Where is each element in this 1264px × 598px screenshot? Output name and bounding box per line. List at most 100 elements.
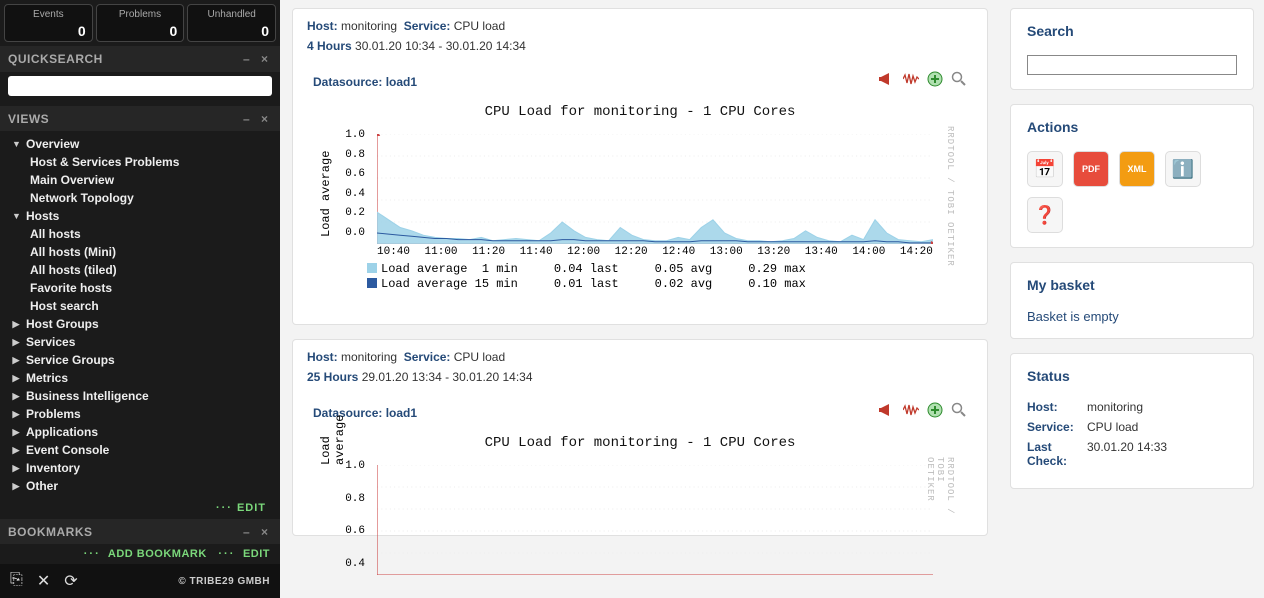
views-item-favorite-hosts[interactable]: Favorite hosts bbox=[12, 279, 276, 297]
views-header: VIEWS – × bbox=[0, 106, 280, 132]
views-item-applications[interactable]: ▶ Applications bbox=[12, 423, 276, 441]
chevron-right-icon: ▶ bbox=[12, 351, 20, 369]
views-item-hosts[interactable]: ▼ Hosts bbox=[12, 207, 276, 225]
chevron-right-icon: ▶ bbox=[12, 423, 20, 441]
sidebar: Events 0 Problems 0 Unhandled 0 QUICKSEA… bbox=[0, 0, 280, 598]
views-collapse[interactable]: – × bbox=[243, 112, 272, 126]
add-bookmark-link[interactable]: ADD BOOKMARK bbox=[108, 548, 207, 560]
graph-card-1: Host: monitoring Service: CPU load 25 Hou… bbox=[292, 339, 988, 536]
graph-card-0: Host: monitoring Service: CPU load 4 Hour… bbox=[292, 8, 988, 325]
waveform-icon[interactable] bbox=[903, 402, 919, 423]
stat-problems[interactable]: Problems 0 bbox=[96, 4, 185, 42]
status-key: Service: bbox=[1027, 420, 1087, 434]
sidebar-footer: ⎘ ✕ ⟳ © TRIBE29 GMBH bbox=[0, 564, 280, 598]
chart: CPU Load for monitoring - 1 CPU Cores Loa… bbox=[307, 104, 973, 314]
views-item-overview[interactable]: ▼Overview bbox=[12, 135, 276, 153]
stat-unhandled[interactable]: Unhandled 0 bbox=[187, 4, 276, 42]
views-tree: ▼OverviewHost & Services ProblemsMain Ov… bbox=[0, 131, 280, 518]
bullhorn-icon[interactable] bbox=[879, 71, 895, 92]
pdf-icon[interactable]: PDF bbox=[1073, 151, 1109, 187]
help-icon[interactable]: ❓ bbox=[1027, 197, 1063, 233]
views-item-host-search[interactable]: Host search bbox=[12, 297, 276, 315]
status-row: Last Check:30.01.20 14:33 bbox=[1027, 440, 1237, 468]
views-item-metrics[interactable]: ▶ Metrics bbox=[12, 369, 276, 387]
add-icon[interactable] bbox=[927, 71, 943, 92]
chart-title: CPU Load for monitoring - 1 CPU Cores bbox=[307, 104, 973, 120]
views-item-inventory[interactable]: ▶Inventory bbox=[12, 459, 276, 477]
chevron-right-icon: ▶ bbox=[12, 315, 20, 333]
datasource-icons bbox=[879, 71, 967, 92]
logout-icon[interactable]: ✕ bbox=[37, 571, 50, 591]
views-item-label: Event Console bbox=[26, 441, 109, 459]
actions-card: Actions 📅PDFXMLℹ️❓ bbox=[1010, 104, 1254, 248]
search-icon[interactable] bbox=[951, 71, 967, 92]
chart: CPU Load for monitoring - 1 CPU CoresLoa… bbox=[307, 435, 973, 525]
basket-empty-text: Basket is empty bbox=[1027, 309, 1237, 324]
waveform-icon[interactable] bbox=[903, 71, 919, 92]
chevron-right-icon: ▶ bbox=[12, 441, 20, 459]
views-item-label: Services bbox=[26, 333, 75, 351]
info-icon[interactable]: ℹ️ bbox=[1165, 151, 1201, 187]
views-item-all-hosts-tiled-[interactable]: All hosts (tiled) bbox=[12, 261, 276, 279]
legend-swatch bbox=[367, 263, 377, 273]
views-item-all-hosts[interactable]: All hosts bbox=[12, 225, 276, 243]
add-snapin-icon[interactable]: ⎘ bbox=[10, 571, 23, 591]
views-item-label: Applications bbox=[26, 423, 98, 441]
views-item-main-overview[interactable]: Main Overview bbox=[12, 171, 276, 189]
views-item-network-topology[interactable]: Network Topology bbox=[12, 189, 276, 207]
actions-grid: 📅 PDF XML ℹ️ ❓ bbox=[1027, 151, 1237, 233]
bookmarks-header: BOOKMARKS – × bbox=[0, 519, 280, 545]
views-item-event-console[interactable]: ▶ Event Console bbox=[12, 441, 276, 459]
search-icon[interactable] bbox=[951, 402, 967, 423]
views-item-other[interactable]: ▶Other bbox=[12, 477, 276, 495]
stat-events[interactable]: Events 0 bbox=[4, 4, 93, 42]
status-key: Host: bbox=[1027, 400, 1087, 414]
datasource-icons bbox=[879, 402, 967, 423]
chart-yticks: 1.00.80.60.4 bbox=[345, 460, 365, 570]
graph-meta-host: Host: monitoring Service: CPU load bbox=[307, 350, 973, 364]
datasource-row: Datasource: load1 bbox=[307, 402, 973, 423]
quicksearch-input[interactable] bbox=[8, 76, 272, 96]
status-row: Service:CPU load bbox=[1027, 420, 1237, 434]
add-icon[interactable] bbox=[927, 402, 943, 423]
views-item-host-services-problems[interactable]: Host & Services Problems bbox=[12, 153, 276, 171]
graph-meta-range: 4 Hours 30.01.20 10:34 - 30.01.20 14:34 bbox=[307, 39, 973, 53]
search-card: Search bbox=[1010, 8, 1254, 90]
chart-legend: Load average 1 min 0.04 last 0.05 avg 0.… bbox=[367, 262, 943, 292]
views-edit-link[interactable]: EDIT bbox=[237, 502, 266, 514]
views-item-label: Metrics bbox=[26, 369, 68, 387]
graph-meta-host: Host: monitoring Service: CPU load bbox=[307, 19, 973, 33]
chevron-right-icon: ▶ bbox=[12, 387, 20, 405]
quicksearch-collapse[interactable]: – × bbox=[243, 52, 272, 66]
status-value: CPU load bbox=[1087, 420, 1138, 434]
bookmarks-edit-link[interactable]: EDIT bbox=[243, 548, 270, 560]
chevron-right-icon: ▶ bbox=[12, 333, 20, 351]
chevron-down-icon: ▼ bbox=[12, 207, 20, 225]
reload-icon[interactable]: ⟳ bbox=[64, 571, 77, 591]
bookmarks-body: ··· ADD BOOKMARK ··· EDIT bbox=[0, 544, 280, 564]
chart-watermark: RRDTOOL / TOBI OETIKER bbox=[945, 126, 955, 267]
views-title: VIEWS bbox=[8, 112, 49, 126]
views-item-label: Hosts bbox=[26, 207, 59, 225]
views-item-label: Host Groups bbox=[26, 315, 99, 333]
calendar-icon[interactable]: 📅 bbox=[1027, 151, 1063, 187]
bookmarks-title: BOOKMARKS bbox=[8, 525, 93, 539]
views-item-problems[interactable]: ▶Problems bbox=[12, 405, 276, 423]
chart-xticks: 10:4011:0011:2011:4012:0012:2012:4013:00… bbox=[377, 246, 933, 258]
views-item-service-groups[interactable]: ▶Service Groups bbox=[12, 351, 276, 369]
bookmarks-collapse[interactable]: – × bbox=[243, 525, 272, 539]
chevron-right-icon: ▶ bbox=[12, 369, 20, 387]
views-item-all-hosts-mini-[interactable]: All hosts (Mini) bbox=[12, 243, 276, 261]
views-item-host-groups[interactable]: ▶ Host Groups bbox=[12, 315, 276, 333]
status-table: Host:monitoringService:CPU loadLast Chec… bbox=[1027, 400, 1237, 468]
tactical-stats: Events 0 Problems 0 Unhandled 0 bbox=[0, 0, 280, 46]
bullhorn-icon[interactable] bbox=[879, 402, 895, 423]
search-input[interactable] bbox=[1027, 55, 1237, 75]
chart-ylabel: Load average bbox=[319, 134, 333, 254]
views-item-services[interactable]: ▶ Services bbox=[12, 333, 276, 351]
copyright: © TRIBE29 GMBH bbox=[178, 576, 270, 587]
xml-icon[interactable]: XML bbox=[1119, 151, 1155, 187]
graph-meta-range: 25 Hours 29.01.20 13:34 - 30.01.20 14:34 bbox=[307, 370, 973, 384]
status-card: Status Host:monitoringService:CPU loadLa… bbox=[1010, 353, 1254, 489]
views-item-business-intelligence[interactable]: ▶Business Intelligence bbox=[12, 387, 276, 405]
